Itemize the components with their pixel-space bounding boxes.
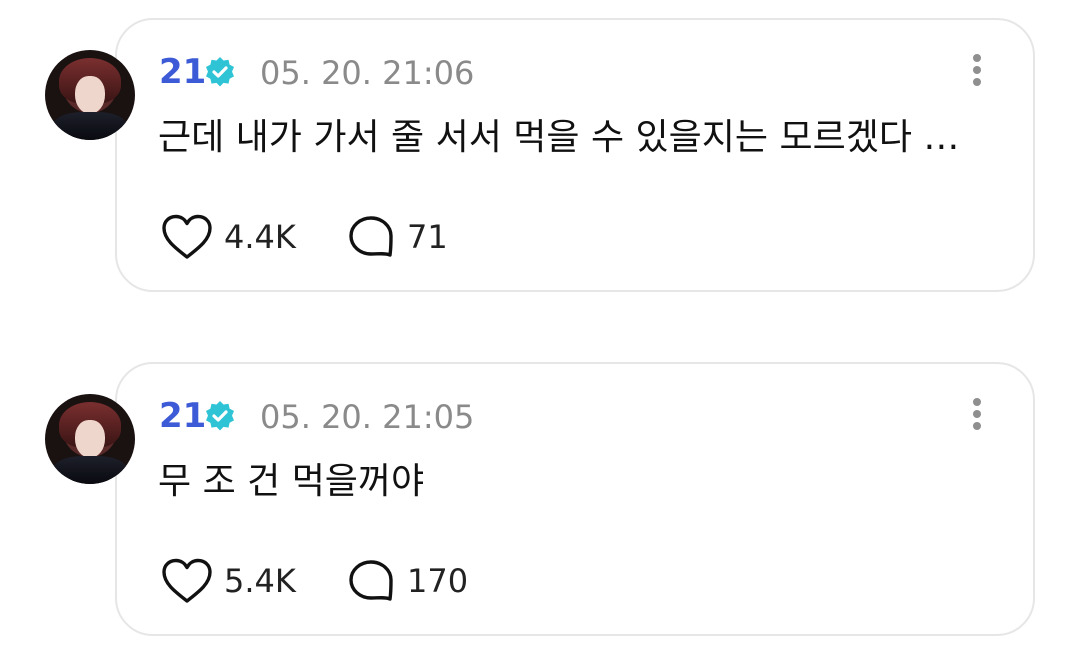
heart-icon: [162, 558, 212, 603]
avatar-suit: [53, 112, 127, 140]
author-name[interactable]: 21: [159, 52, 206, 92]
like-count: 5.4K: [224, 562, 296, 600]
comment-text: 무 조 건 먹을꺼야: [158, 461, 425, 502]
more-vertical-icon[interactable]: [966, 54, 988, 90]
verified-badge-icon: [206, 401, 234, 431]
heart-icon: [162, 214, 212, 259]
like-button[interactable]: 5.4K: [160, 557, 296, 605]
avatar-face: [75, 420, 105, 458]
avatar[interactable]: [45, 50, 135, 140]
comment-feed: 21 05. 20. 21:06 근데 내가 가서 줄 서서 먹을 수 있을지는…: [0, 0, 1080, 655]
author-name[interactable]: 21: [159, 396, 206, 436]
avatar-suit: [53, 456, 127, 484]
comment-text: 근데 내가 가서 줄 서서 먹을 수 있을지는 모르겠다 …: [158, 117, 960, 158]
like-count: 4.4K: [224, 218, 296, 256]
avatar-face: [75, 76, 105, 114]
post-timestamp: 05. 20. 21:05: [260, 398, 475, 436]
comment-post: 21 05. 20. 21:05 무 조 건 먹을꺼야 5.4K 170: [0, 354, 1080, 636]
comment-bubble-icon: [349, 560, 393, 601]
comment-bubble-icon: [349, 216, 393, 257]
avatar[interactable]: [45, 394, 135, 484]
comment-post: 21 05. 20. 21:06 근데 내가 가서 줄 서서 먹을 수 있을지는…: [0, 10, 1080, 292]
verified-badge-icon: [206, 57, 234, 87]
comment-button[interactable]: 71: [345, 213, 448, 261]
more-vertical-icon[interactable]: [966, 398, 988, 434]
comment-count: 170: [407, 562, 469, 600]
like-button[interactable]: 4.4K: [160, 213, 296, 261]
comment-count: 71: [407, 218, 448, 256]
post-timestamp: 05. 20. 21:06: [260, 54, 475, 92]
comment-button[interactable]: 170: [345, 557, 468, 605]
